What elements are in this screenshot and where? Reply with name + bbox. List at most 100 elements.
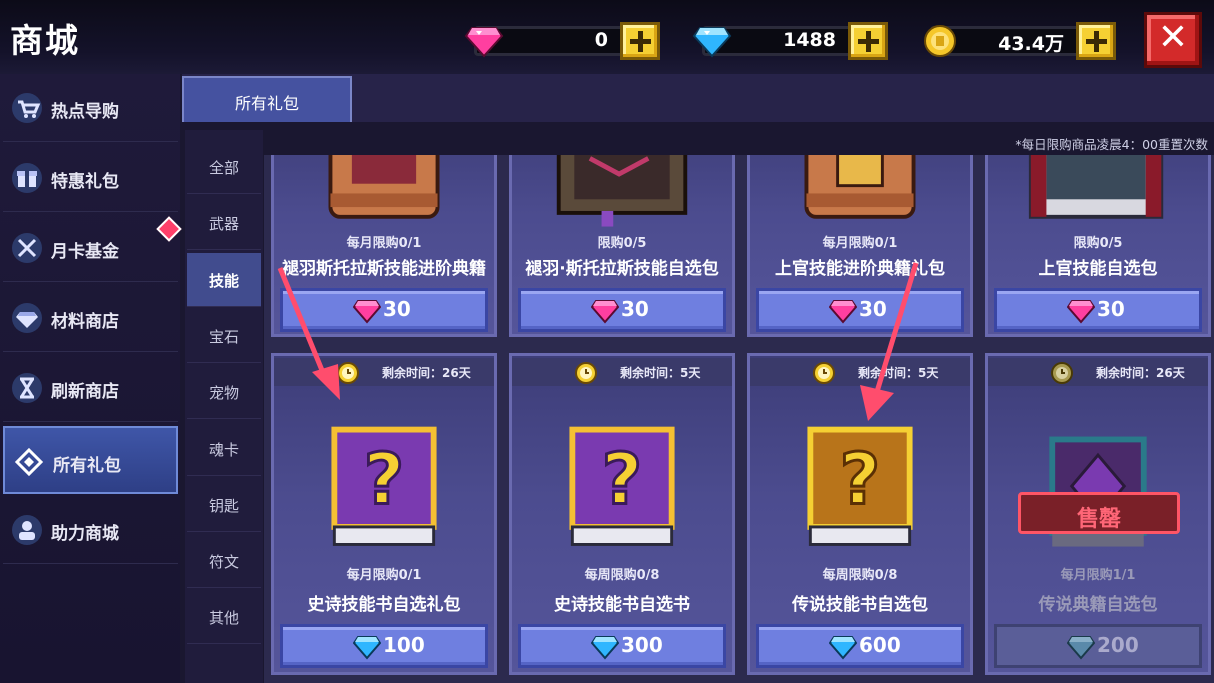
add-blue-diamond-button[interactable] [848, 22, 888, 60]
clock-icon [1051, 362, 1073, 384]
purchase-limit: 每月限购0/1 [346, 236, 422, 251]
skill-tome-icon [556, 155, 688, 227]
product-name: 褪羽·斯托拉斯技能自选包 [525, 259, 719, 279]
mystery-book-icon: ? [569, 426, 675, 546]
time-remaining: 剩余时间：5天 [620, 366, 701, 380]
product-card[interactable]: 限购0/5 褪羽·斯托拉斯技能自选包 30 [509, 155, 735, 337]
price-value: 30 [621, 297, 649, 321]
svg-text:?: ? [602, 439, 643, 521]
sidebar-item-monthly-card[interactable]: 月卡基金 [3, 214, 178, 282]
pink-gem-icon [591, 300, 619, 324]
category-other[interactable]: 其他 [187, 590, 261, 644]
purchase-limit: 限购0/5 [1073, 236, 1123, 251]
product-name: 传说典籍自选包 [1038, 595, 1158, 615]
sidebar-item-material-shop[interactable]: 材料商店 [3, 284, 178, 352]
pink-gem-icon [1067, 300, 1095, 324]
mystery-book-icon: ? [807, 426, 913, 546]
pink-gem-icon [353, 300, 381, 324]
category-soul-card[interactable]: 魂卡 [187, 422, 261, 476]
tab-all-packs[interactable]: 所有礼包 [182, 76, 352, 122]
sidebar-item-special-pack[interactable]: 特惠礼包 [3, 144, 178, 212]
buy-button[interactable]: 300 [518, 624, 726, 668]
sidebar-item-label: 助力商城 [51, 524, 119, 544]
hourglass-icon [12, 373, 42, 403]
sidebar-item-label: 所有礼包 [53, 456, 121, 476]
annotation-arrow-icon [860, 262, 919, 421]
svg-text:?: ? [840, 439, 881, 521]
sidebar-item-label: 热点导购 [51, 102, 119, 122]
category-label: 宠物 [208, 384, 239, 402]
buy-button[interactable]: 100 [280, 624, 488, 668]
add-pink-gem-button[interactable] [620, 22, 660, 60]
buy-button-disabled: 200 [994, 624, 1202, 668]
product-grid: 每月限购0/1 褪羽斯托拉斯技能进阶典籍 30 限购0/5 褪羽·斯托拉斯技能自… [264, 155, 1214, 683]
cart-icon [12, 93, 42, 123]
sidebar-item-all-packs[interactable]: 所有礼包 [3, 426, 178, 494]
category-list: 全部 武器 技能 宝石 宠物 魂卡 钥匙 符文 其他 [185, 130, 263, 683]
product-name: 史诗技能书自选礼包 [307, 595, 461, 615]
buy-button[interactable]: 600 [756, 624, 964, 668]
blue-diamond-icon [591, 636, 619, 660]
purchase-limit: 限购0/5 [597, 236, 647, 251]
product-card[interactable]: 剩余时间：5天 ? 每周限购0/8 史诗技能书自选书 300 [509, 353, 735, 675]
chest-icon [804, 155, 916, 219]
category-pet[interactable]: 宠物 [187, 365, 261, 419]
product-name: 传说技能书自选包 [792, 595, 928, 615]
price-value: 30 [383, 297, 411, 321]
purchase-limit: 每月限购1/1 [1060, 568, 1136, 583]
sidebar-item-hot[interactable]: 热点导购 [3, 74, 178, 142]
chest-icon [328, 155, 440, 219]
add-gold-coin-button[interactable] [1076, 22, 1116, 60]
category-skill[interactable]: 技能 [187, 253, 261, 307]
blue-diamond-icon [829, 636, 857, 660]
purchase-limit: 每月限购0/1 [346, 568, 422, 583]
buy-button[interactable]: 30 [994, 288, 1202, 332]
category-all[interactable]: 全部 [187, 140, 261, 194]
category-label: 武器 [208, 215, 239, 233]
price-value: 200 [1097, 633, 1139, 657]
blue-diamond-value: 1488 [783, 29, 836, 51]
category-label: 符文 [208, 553, 239, 571]
price-value: 30 [1097, 297, 1125, 321]
category-label: 宝石 [208, 328, 239, 346]
annotation-arrow-icon [277, 267, 340, 400]
purchase-limit: 每周限购0/8 [822, 568, 898, 583]
purchase-limit: 每月限购0/1 [822, 236, 898, 251]
mystery-book-icon: ? [331, 426, 437, 546]
category-rune[interactable]: 符文 [187, 534, 261, 588]
diamond-outline-icon [14, 447, 44, 477]
price-value: 100 [383, 633, 425, 657]
time-remaining: 剩余时间：26天 [382, 366, 471, 380]
clock-icon [813, 362, 835, 384]
skill-tome-icon [1028, 155, 1164, 219]
page-title: 商城 [10, 21, 80, 60]
sidebar-item-helper-shop[interactable]: 助力商城 [3, 496, 178, 564]
category-label: 钥匙 [208, 497, 239, 515]
tab-label: 所有礼包 [234, 94, 299, 113]
category-weapon[interactable]: 武器 [187, 196, 261, 250]
sold-out-badge: 售罄 [1018, 492, 1180, 534]
product-name: 上官技能自选包 [1038, 259, 1158, 279]
sidebar: 热点导购 特惠礼包 月卡基金 材料商店 刷新商店 所有礼包 助力商城 [0, 74, 180, 683]
helper-icon [12, 515, 42, 545]
svg-text:?: ? [364, 439, 405, 521]
close-icon: ✕ [1157, 17, 1189, 58]
top-bar: 商城 0 1488 43.4万 ✕ [0, 0, 1214, 74]
product-card[interactable]: 限购0/5 上官技能自选包 30 [985, 155, 1211, 337]
close-button[interactable]: ✕ [1144, 12, 1202, 68]
gift-icon [12, 163, 42, 193]
category-gem[interactable]: 宝石 [187, 309, 261, 363]
moon-card-icon [12, 233, 42, 263]
product-card-sold-out: 剩余时间：26天 售罄 每月限购1/1 传说典籍自选包 200 [985, 353, 1211, 675]
category-label: 技能 [208, 272, 239, 290]
blue-diamond-icon [353, 636, 381, 660]
sidebar-item-label: 月卡基金 [51, 242, 119, 262]
category-key[interactable]: 钥匙 [187, 478, 261, 532]
sidebar-item-refresh-shop[interactable]: 刷新商店 [3, 354, 178, 422]
tab-strip: 所有礼包 [182, 74, 1214, 122]
product-name: 史诗技能书自选书 [554, 595, 690, 615]
blue-diamond-icon [692, 27, 732, 58]
category-label: 全部 [208, 159, 239, 177]
gold-coin-icon [924, 25, 956, 57]
buy-button[interactable]: 30 [518, 288, 726, 332]
